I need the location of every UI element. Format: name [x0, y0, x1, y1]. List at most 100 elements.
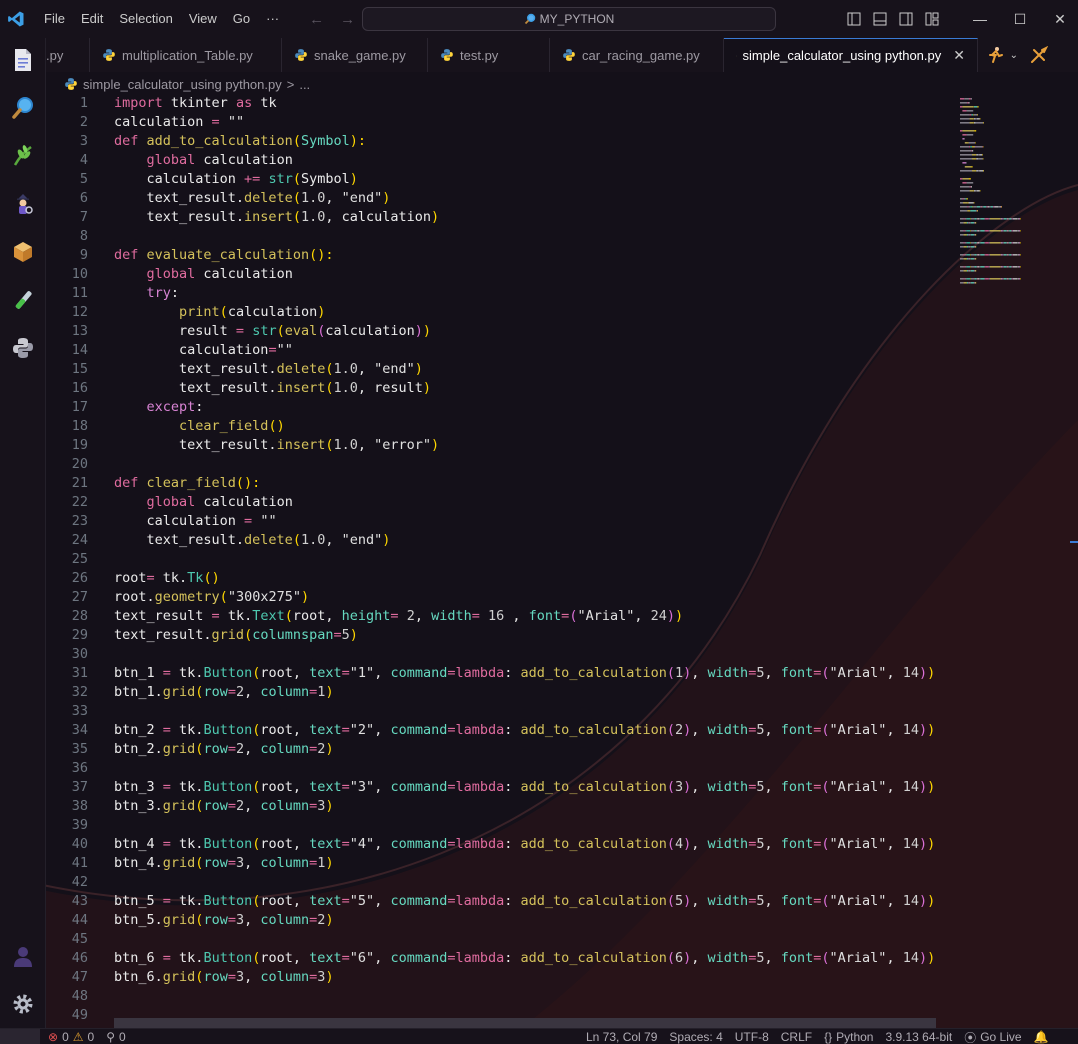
menu-selection[interactable]: Selection — [111, 0, 180, 38]
tab-car-racing-game[interactable]: car_racing_game.py — [550, 38, 724, 72]
code-line[interactable]: 36 — [46, 759, 946, 778]
source-control-icon[interactable] — [7, 140, 39, 172]
code-line[interactable]: 15 text_result.delete(1.0, "end") — [46, 360, 946, 379]
breadcrumb-symbols[interactable]: ... — [299, 77, 310, 92]
indentation[interactable]: Spaces: 4 — [669, 1030, 722, 1044]
code-line[interactable]: 3 def add_to_calculation(Symbol): — [46, 132, 946, 151]
code-line[interactable]: 37 btn_3 = tk.Button(root, text="3", comm… — [46, 778, 946, 797]
toggle-primary-sidebar-icon[interactable] — [846, 11, 862, 27]
code-line[interactable]: 13 result = str(eval(calculation)) — [46, 322, 946, 341]
language-mode[interactable]: {} Python — [824, 1030, 873, 1044]
end-of-line[interactable]: CRLF — [781, 1030, 812, 1044]
minimap-token — [975, 234, 977, 236]
menu-more[interactable]: ··· — [258, 0, 287, 38]
run-python-file-icon[interactable] — [986, 46, 1006, 64]
code-line[interactable]: 21 def clear_field(): — [46, 474, 946, 493]
horizontal-scrollbar[interactable] — [114, 1018, 936, 1028]
tab-partial-py[interactable]: .py — [46, 38, 90, 72]
code-line[interactable]: 29 text_result.grid(columnspan=5) — [46, 626, 946, 645]
tab-simple-calculator[interactable]: simple_calculator_using python.py ✕ — [724, 38, 978, 72]
minimize-button[interactable]: — — [960, 0, 1000, 38]
settings-gear-icon[interactable] — [7, 988, 39, 1020]
code-line[interactable]: 16 text_result.insert(1.0, result) — [46, 379, 946, 398]
code-line[interactable]: 2 calculation = "" — [46, 113, 946, 132]
code-line[interactable]: 6 text_result.delete(1.0, "end") — [46, 189, 946, 208]
run-debug-icon[interactable] — [7, 188, 39, 220]
code-line[interactable]: 44 btn_5.grid(row=3, column=2) — [46, 911, 946, 930]
code-line[interactable]: 5 calculation += str(Symbol) — [46, 170, 946, 189]
code-line[interactable]: 40 btn_4 = tk.Button(root, text="4", comm… — [46, 835, 946, 854]
minimap[interactable] — [958, 94, 1070, 304]
command-center-search[interactable]: MY_PYTHON — [362, 7, 776, 31]
go-live-button[interactable]: ⦿ Go Live — [964, 1029, 1021, 1044]
split-editor-icon[interactable] — [1030, 46, 1048, 64]
extensions-icon[interactable] — [7, 236, 39, 268]
code-line[interactable]: 42 — [46, 873, 946, 892]
code-line[interactable]: 31 btn_1 = tk.Button(root, text="1", comm… — [46, 664, 946, 683]
testing-icon[interactable] — [7, 284, 39, 316]
code-line[interactable]: 11 try: — [46, 284, 946, 303]
code-line[interactable]: 33 — [46, 702, 946, 721]
code-line[interactable]: 14 calculation="" — [46, 341, 946, 360]
python-icon[interactable] — [7, 332, 39, 364]
code-line[interactable]: 10 global calculation — [46, 265, 946, 284]
code-line[interactable]: 38 btn_3.grid(row=2, column=3) — [46, 797, 946, 816]
code-line[interactable]: 25 — [46, 550, 946, 569]
remote-indicator[interactable] — [0, 1028, 40, 1044]
back-arrow-icon[interactable]: ← — [309, 11, 324, 28]
tab-close-button[interactable]: ✕ — [953, 47, 965, 64]
maximize-button[interactable]: ☐ — [1000, 0, 1040, 38]
chevron-down-icon[interactable]: ⌄ — [1010, 50, 1018, 61]
code-line[interactable]: 8 — [46, 227, 946, 246]
code-line[interactable]: 1 import tkinter as tk — [46, 94, 946, 113]
search-icon[interactable] — [7, 92, 39, 124]
code-line[interactable]: 41 btn_4.grid(row=3, column=1) — [46, 854, 946, 873]
menu-go[interactable]: Go — [225, 0, 258, 38]
tab-snake-game[interactable]: snake_game.py — [282, 38, 428, 72]
code-line[interactable]: 30 — [46, 645, 946, 664]
toggle-panel-icon[interactable] — [872, 11, 888, 27]
code-line[interactable]: 47 btn_6.grid(row=3, column=3) — [46, 968, 946, 987]
menu-view[interactable]: View — [181, 0, 225, 38]
code-editor[interactable]: 1 import tkinter as tk 2 calculation = "" 3 d… — [46, 94, 1078, 1028]
code-line[interactable]: 45 — [46, 930, 946, 949]
code-line[interactable]: 9 def evaluate_calculation(): — [46, 246, 946, 265]
account-icon[interactable] — [7, 940, 39, 972]
code-line[interactable]: 35 btn_2.grid(row=2, column=2) — [46, 740, 946, 759]
tab-multiplication-table[interactable]: multiplication_Table.py — [90, 38, 282, 72]
code-line[interactable]: 23 calculation = "" — [46, 512, 946, 531]
code-line[interactable]: 26 root= tk.Tk() — [46, 569, 946, 588]
code-line[interactable]: 12 print(calculation) — [46, 303, 946, 322]
code-line[interactable]: 27 root.geometry("300x275") — [46, 588, 946, 607]
problems-indicator[interactable]: ⊗ 0 ⚠ 0 — [48, 1030, 94, 1044]
code-line[interactable]: 46 btn_6 = tk.Button(root, text="6", comm… — [46, 949, 946, 968]
menu-file[interactable]: File — [36, 0, 73, 38]
toggle-secondary-sidebar-icon[interactable] — [898, 11, 914, 27]
code-line[interactable]: 34 btn_2 = tk.Button(root, text="2", comm… — [46, 721, 946, 740]
code-line[interactable]: 39 — [46, 816, 946, 835]
code-line[interactable]: 24 text_result.delete(1.0, "end") — [46, 531, 946, 550]
code-line[interactable]: 19 text_result.insert(1.0, "error") — [46, 436, 946, 455]
code-line[interactable]: 32 btn_1.grid(row=2, column=1) — [46, 683, 946, 702]
breadcrumb-file[interactable]: simple_calculator_using python.py — [83, 77, 282, 92]
customize-layout-icon[interactable] — [924, 11, 940, 27]
cursor-position[interactable]: Ln 73, Col 79 — [586, 1030, 657, 1044]
tab-test[interactable]: test.py — [428, 38, 550, 72]
menu-edit[interactable]: Edit — [73, 0, 111, 38]
code-line[interactable]: 22 global calculation — [46, 493, 946, 512]
python-interpreter[interactable]: 3.9.13 64-bit — [885, 1030, 952, 1044]
code-line[interactable]: 4 global calculation — [46, 151, 946, 170]
close-window-button[interactable]: ✕ — [1040, 0, 1078, 38]
code-line[interactable]: 28 text_result = tk.Text(root, height= 2,… — [46, 607, 946, 626]
ports-indicator[interactable]: ⚲ 0 — [106, 1030, 125, 1044]
code-line[interactable]: 7 text_result.insert(1.0, calculation) — [46, 208, 946, 227]
forward-arrow-icon[interactable]: → — [340, 11, 355, 28]
code-line[interactable]: 20 — [46, 455, 946, 474]
code-line[interactable]: 18 clear_field() — [46, 417, 946, 436]
code-line[interactable]: 17 except: — [46, 398, 946, 417]
code-line[interactable]: 43 btn_5 = tk.Button(root, text="5", comm… — [46, 892, 946, 911]
encoding[interactable]: UTF-8 — [735, 1030, 769, 1044]
explorer-icon[interactable] — [7, 44, 39, 76]
code-line[interactable]: 48 — [46, 987, 946, 1006]
notifications-bell-icon[interactable]: 🔔 — [1034, 1030, 1049, 1044]
